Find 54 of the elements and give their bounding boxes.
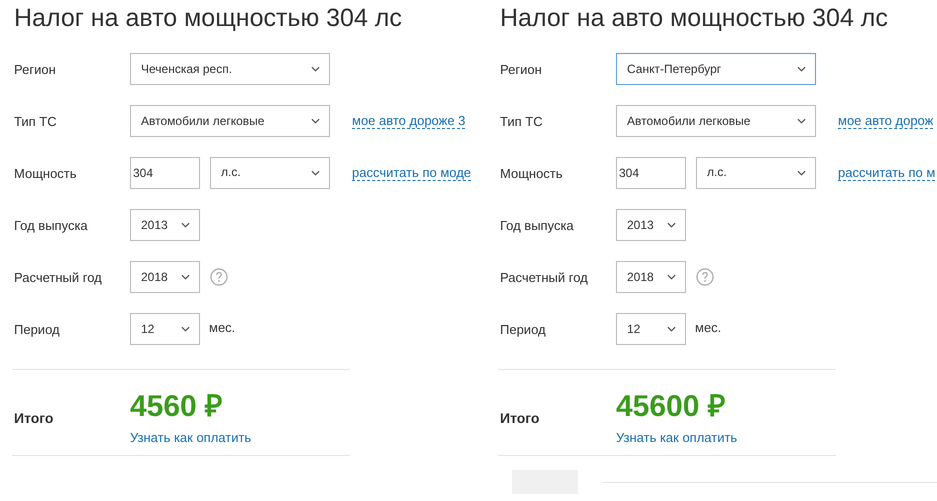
field-label: Год выпуска xyxy=(500,218,575,232)
dropdown[interactable]: л.с. xyxy=(696,157,816,189)
dropdown[interactable]: 12 xyxy=(130,313,200,345)
help-icon[interactable] xyxy=(210,268,228,286)
chevron-down-icon xyxy=(797,118,806,124)
unit-label: мес. xyxy=(695,320,722,335)
total-label: Итого xyxy=(499,410,540,426)
dropdown[interactable]: Санкт-Петербург xyxy=(616,53,816,85)
field-label: Период xyxy=(14,322,61,336)
chevron-down-icon xyxy=(311,170,320,176)
unit-label: мес. xyxy=(209,320,236,335)
dropdown[interactable]: Автомобили легковые xyxy=(616,105,816,137)
dashed-link[interactable]: мое авто дорож xyxy=(838,113,934,129)
total-label: Итого xyxy=(13,410,54,426)
chevron-down-icon xyxy=(667,222,676,228)
dashed-link[interactable]: мое авто дороже 3 xyxy=(352,113,466,129)
dropdown[interactable]: Чеченская респ. xyxy=(130,53,330,85)
chevron-down-icon xyxy=(667,326,676,332)
chevron-down-icon xyxy=(181,326,190,332)
field-label: Регион xyxy=(14,62,57,76)
dropdown[interactable]: 2013 xyxy=(616,209,686,241)
chevron-down-icon xyxy=(797,170,806,176)
total-amount: 45600 ₽ xyxy=(616,390,726,424)
field-label: Период xyxy=(500,322,547,336)
total-amount: 4560 ₽ xyxy=(130,390,224,424)
chevron-down-icon xyxy=(181,274,190,280)
dropdown[interactable]: 2013 xyxy=(130,209,200,241)
chevron-down-icon xyxy=(181,222,190,228)
field-label: Год выпуска xyxy=(14,218,89,232)
page-title: Налог на авто мощностью 304 лс xyxy=(499,3,889,34)
field-label: Мощность xyxy=(500,166,564,180)
field-label: Регион xyxy=(500,62,543,76)
dropdown[interactable]: 12 xyxy=(616,313,686,345)
chevron-down-icon xyxy=(311,66,320,72)
power-input[interactable]: 304 xyxy=(616,157,686,189)
field-label: Расчетный год xyxy=(500,270,589,284)
chevron-down-icon xyxy=(797,66,806,72)
dashed-link[interactable]: рассчитать по моде xyxy=(352,165,472,181)
help-icon[interactable] xyxy=(696,268,714,286)
dashed-link[interactable]: рассчитать по м xyxy=(838,165,936,181)
power-input[interactable]: 304 xyxy=(130,157,200,189)
pay-link[interactable]: Узнать как оплатить xyxy=(616,430,738,445)
dropdown[interactable]: Автомобили легковые xyxy=(130,105,330,137)
pay-link[interactable]: Узнать как оплатить xyxy=(130,430,252,445)
chevron-down-icon xyxy=(667,274,676,280)
field-label: Мощность xyxy=(14,166,78,180)
dropdown[interactable]: 2018 xyxy=(616,261,686,293)
field-label: Расчетный год xyxy=(14,270,103,284)
dropdown[interactable]: 2018 xyxy=(130,261,200,293)
field-label: Тип ТС xyxy=(14,114,58,128)
dropdown[interactable]: л.с. xyxy=(210,157,330,189)
field-label: Тип ТС xyxy=(500,114,544,128)
chevron-down-icon xyxy=(311,118,320,124)
page-title: Налог на авто мощностью 304 лс xyxy=(13,3,403,34)
